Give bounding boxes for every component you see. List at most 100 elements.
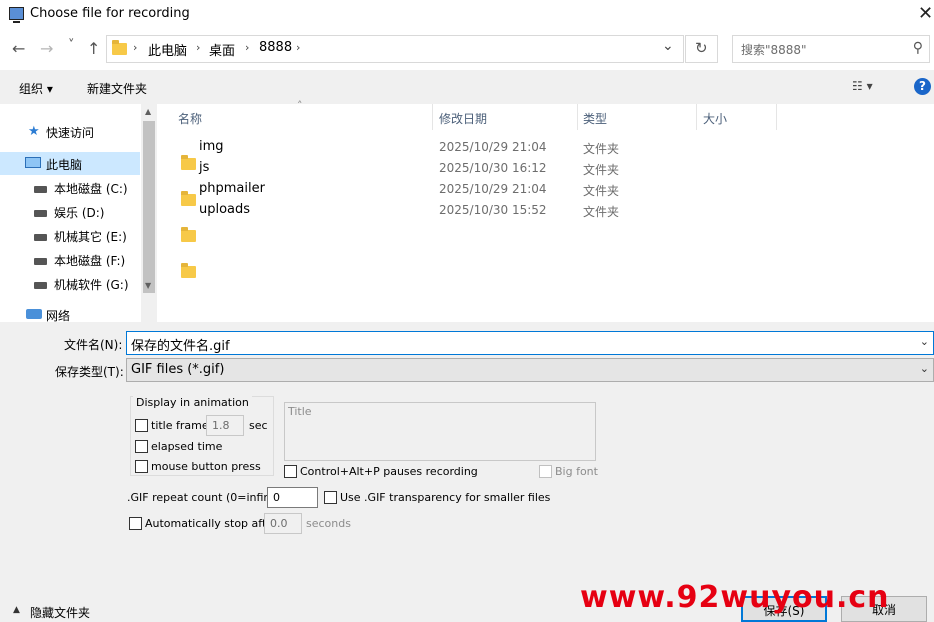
- column-header-name[interactable]: 名称: [178, 110, 202, 127]
- filename-value: 保存的文件名.gif: [131, 339, 230, 354]
- sort-ascending-icon: ˄: [297, 99, 303, 112]
- filename-label: 文件名(N):: [64, 338, 123, 352]
- file-modified: 2025/10/30 16:12: [439, 161, 547, 175]
- column-divider[interactable]: [776, 104, 777, 130]
- organize-menu[interactable]: 组织 ▾: [19, 80, 53, 97]
- breadcrumb-8888[interactable]: 8888: [259, 40, 292, 55]
- sidebar-item-drive-f[interactable]: 本地磁盘 (F:): [54, 252, 125, 269]
- big-font-label: Big font: [555, 465, 598, 478]
- file-type: 文件夹: [583, 205, 620, 219]
- filename-input[interactable]: 保存的文件名.gif ⌄: [126, 331, 934, 355]
- file-name[interactable]: img: [199, 139, 224, 154]
- auto-stop-seconds-input[interactable]: 0.0: [264, 513, 302, 534]
- file-name[interactable]: uploads: [199, 202, 250, 217]
- auto-stop-unit: seconds: [306, 517, 351, 530]
- address-dropdown-icon[interactable]: ⌄: [662, 38, 674, 54]
- scroll-down-icon[interactable]: ▼: [145, 281, 151, 290]
- drive-icon: [34, 258, 47, 265]
- elapsed-time-checkbox[interactable]: [135, 440, 148, 453]
- file-type: 文件夹: [583, 142, 620, 156]
- up-folder-icon[interactable]: ↑: [87, 39, 100, 58]
- new-folder-button[interactable]: 新建文件夹: [87, 80, 147, 97]
- sidebar-item-quick-access[interactable]: 快速访问: [46, 124, 94, 141]
- mouse-press-label: mouse button press: [151, 460, 261, 473]
- back-icon[interactable]: ←: [12, 39, 25, 58]
- breadcrumb-separator: ›: [196, 41, 201, 54]
- folder-icon: [181, 227, 196, 242]
- breadcrumb-separator: ›: [245, 41, 250, 54]
- folder-icon: [181, 155, 196, 170]
- column-divider[interactable]: [696, 104, 697, 130]
- computer-icon: [25, 157, 41, 168]
- column-header-type[interactable]: 类型: [583, 110, 607, 127]
- breadcrumb-this-pc[interactable]: 此电脑: [148, 40, 187, 59]
- drive-icon: [34, 234, 47, 241]
- sidebar-item-this-pc[interactable]: 此电脑: [46, 156, 82, 173]
- title-frame-value: 1.8: [212, 419, 230, 432]
- folder-icon: [181, 263, 196, 278]
- close-icon[interactable]: ✕: [918, 3, 933, 24]
- file-modified: 2025/10/29 21:04: [439, 182, 547, 196]
- search-input[interactable]: 搜索"8888" ⚲: [732, 35, 930, 63]
- filetype-select[interactable]: GIF files (*.gif) ⌄: [126, 358, 934, 382]
- file-modified: 2025/10/29 21:04: [439, 140, 547, 154]
- big-font-checkbox[interactable]: [539, 465, 552, 478]
- transparency-checkbox[interactable]: [324, 491, 337, 504]
- collapse-icon[interactable]: ▲: [13, 605, 20, 615]
- forward-icon[interactable]: →: [40, 39, 53, 58]
- breadcrumb-desktop[interactable]: 桌面: [209, 40, 235, 59]
- mouse-press-checkbox[interactable]: [135, 460, 148, 473]
- column-divider[interactable]: [432, 104, 433, 130]
- auto-stop-value: 0.0: [270, 517, 288, 530]
- column-divider[interactable]: [577, 104, 578, 130]
- recent-locations-icon[interactable]: ˅: [68, 38, 75, 53]
- scrollbar-thumb[interactable]: [143, 121, 155, 293]
- sidebar-item-drive-d[interactable]: 娱乐 (D:): [54, 204, 104, 221]
- sidebar-item-drive-c[interactable]: 本地磁盘 (C:): [54, 180, 128, 197]
- title-text-input[interactable]: Title: [284, 402, 596, 461]
- hide-folders-toggle[interactable]: 隐藏文件夹: [30, 604, 90, 621]
- file-type: 文件夹: [583, 184, 620, 198]
- chevron-down-icon[interactable]: ⌄: [920, 362, 929, 375]
- address-bar[interactable]: [106, 35, 684, 63]
- breadcrumb-separator: ›: [133, 41, 138, 54]
- folder-icon: [112, 40, 127, 55]
- pause-hotkey-label: Control+Alt+P pauses recording: [300, 465, 478, 478]
- network-icon: [26, 309, 42, 319]
- sidebar-item-drive-e[interactable]: 机械其它 (E:): [54, 228, 127, 245]
- column-header-size[interactable]: 大小: [703, 110, 727, 127]
- group-title: Display in animation: [133, 396, 252, 409]
- search-placeholder: 搜索"8888": [741, 43, 807, 57]
- window-title: Choose file for recording: [30, 6, 190, 21]
- title-frame-seconds-input[interactable]: 1.8: [206, 415, 244, 436]
- transparency-label: Use .GIF transparency for smaller files: [340, 491, 551, 504]
- title-frame-unit: sec: [249, 419, 268, 432]
- pause-hotkey-checkbox[interactable]: [284, 465, 297, 478]
- search-icon: ⚲: [912, 40, 923, 56]
- star-icon: ★: [28, 124, 40, 139]
- help-icon[interactable]: ?: [914, 78, 931, 95]
- drive-icon: [34, 186, 47, 193]
- file-name[interactable]: js: [199, 160, 209, 175]
- repeat-count-input[interactable]: 0: [267, 487, 318, 508]
- drive-icon: [34, 210, 47, 217]
- auto-stop-checkbox[interactable]: [129, 517, 142, 530]
- elapsed-time-label: elapsed time: [151, 440, 223, 453]
- repeat-count-value: 0: [273, 491, 280, 504]
- app-icon: [9, 7, 24, 23]
- drive-icon: [34, 282, 47, 289]
- auto-stop-label: Automatically stop after: [145, 517, 278, 530]
- scroll-up-icon[interactable]: ▲: [145, 107, 151, 116]
- file-name[interactable]: phpmailer: [199, 181, 265, 196]
- chevron-down-icon[interactable]: ⌄: [920, 335, 929, 348]
- refresh-icon: ↻: [695, 39, 708, 57]
- title-frame-checkbox[interactable]: [135, 419, 148, 432]
- folder-icon: [181, 191, 196, 206]
- filetype-value: GIF files (*.gif): [131, 362, 225, 377]
- title-placeholder: Title: [288, 405, 312, 418]
- sidebar-item-drive-g[interactable]: 机械软件 (G:): [54, 276, 129, 293]
- filetype-label: 保存类型(T):: [55, 365, 124, 379]
- column-header-modified[interactable]: 修改日期: [439, 110, 487, 127]
- breadcrumb-separator: ›: [296, 41, 301, 54]
- view-options-icon[interactable]: ☷ ▾: [852, 79, 873, 93]
